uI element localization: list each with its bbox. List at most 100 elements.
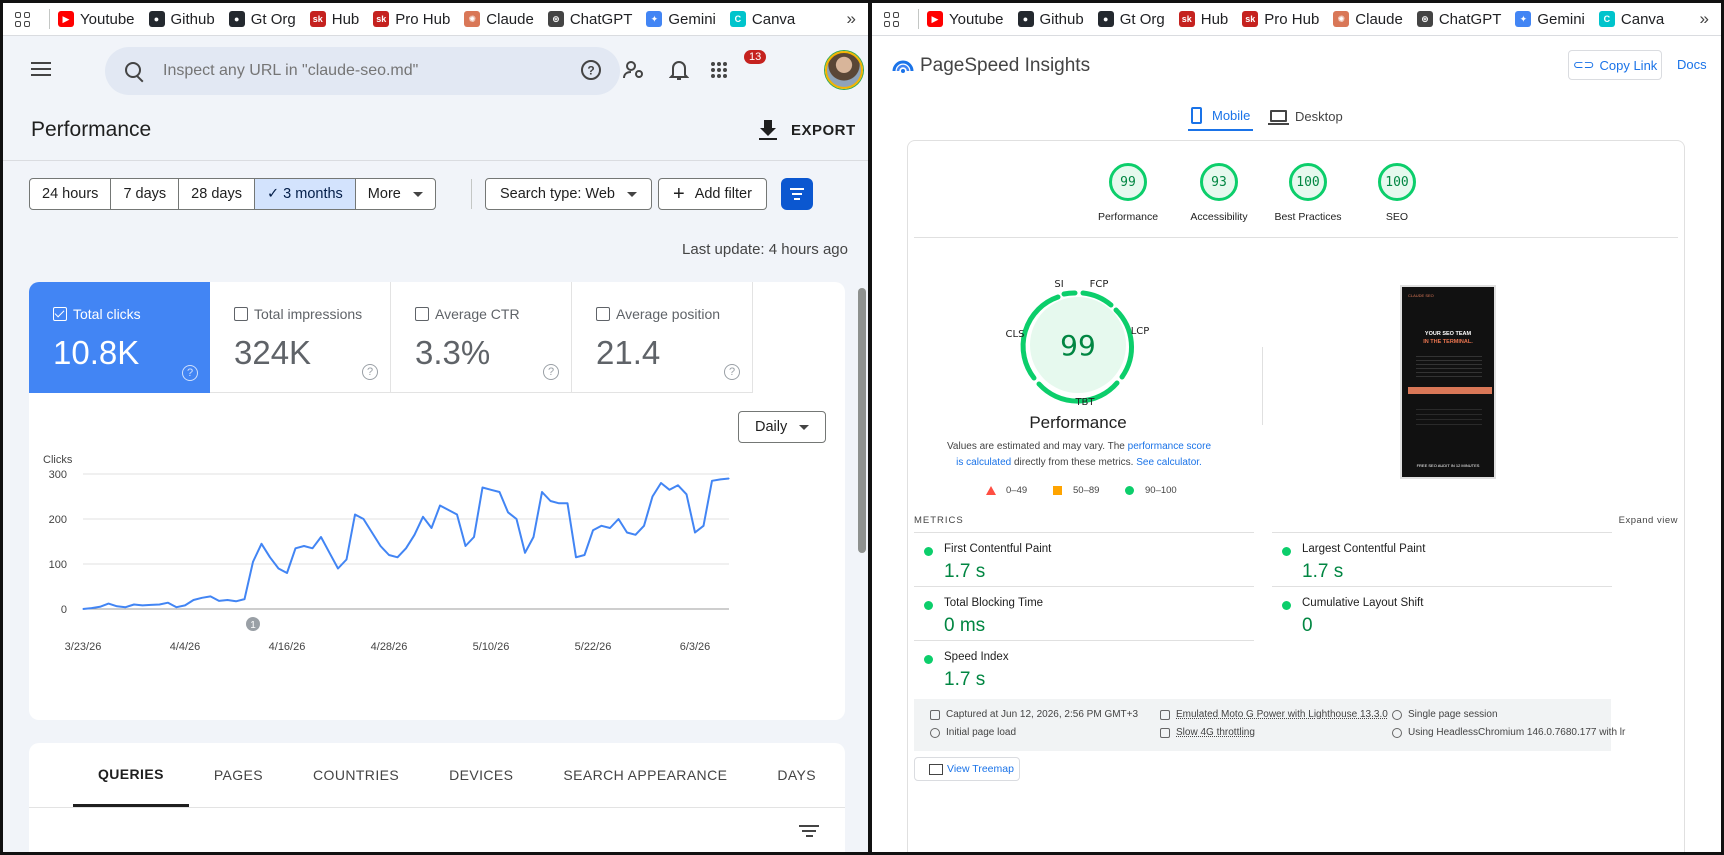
bookmarks-overflow-icon[interactable]: » bbox=[1700, 9, 1709, 29]
top-app-bar: ? 13 bbox=[3, 37, 868, 103]
metric-total-clicks[interactable]: Total clicks 10.8K ? bbox=[29, 282, 210, 393]
export-button[interactable]: EXPORT bbox=[759, 120, 856, 140]
scrollbar-thumb[interactable] bbox=[858, 288, 866, 553]
granularity-dropdown[interactable]: Daily bbox=[738, 411, 826, 443]
last-update: Last update: 4 hours ago bbox=[682, 241, 848, 258]
bookmark-item[interactable]: C Canva bbox=[1598, 11, 1664, 28]
bookmark-item[interactable]: ✦ Gemini bbox=[1515, 11, 1585, 28]
bookmark-item[interactable]: sk Hub bbox=[309, 11, 359, 28]
tab-mobile[interactable]: Mobile bbox=[1188, 101, 1254, 131]
data-point bbox=[600, 525, 603, 527]
data-point bbox=[626, 531, 628, 534]
bookmark-item[interactable]: sk Hub bbox=[1178, 11, 1228, 28]
docs-link[interactable]: Docs bbox=[1677, 57, 1707, 72]
tab-queries[interactable]: QUERIES bbox=[73, 743, 189, 807]
tab-countries[interactable]: COUNTRIES bbox=[288, 743, 424, 807]
copy-link-label: Copy Link bbox=[1599, 57, 1658, 73]
page-screenshot-thumbnail[interactable]: CLAUDE SEO YOUR SEO TEAM IN THE TERMINAL… bbox=[1400, 285, 1496, 479]
help-icon[interactable]: ? bbox=[362, 364, 378, 380]
gauge-label-cls: CLS bbox=[1006, 329, 1025, 340]
avatar[interactable] bbox=[825, 51, 863, 89]
scores-divider bbox=[914, 237, 1678, 238]
header-divider bbox=[3, 160, 868, 161]
search-input[interactable] bbox=[163, 62, 563, 80]
tab-devices[interactable]: DEVICES bbox=[424, 743, 538, 807]
apps-grid-icon[interactable] bbox=[15, 10, 35, 28]
tab-search-appearance[interactable]: SEARCH APPEARANCE bbox=[538, 743, 752, 807]
calendar-icon bbox=[930, 709, 940, 720]
bookmark-item[interactable]: ▶ Youtube bbox=[927, 11, 1004, 28]
metric-average-ctr[interactable]: Average CTR 3.3% ? bbox=[391, 282, 572, 393]
note-text: directly from these metrics. bbox=[1011, 457, 1137, 468]
chip-3-months[interactable]: ✓ 3 months bbox=[254, 179, 356, 209]
thumb-headline-1: YOUR SEO TEAM bbox=[1424, 331, 1472, 337]
tab-desktop[interactable]: Desktop bbox=[1268, 101, 1343, 131]
help-icon[interactable]: ? bbox=[182, 365, 198, 381]
manage-users-icon[interactable] bbox=[621, 57, 647, 83]
help-icon[interactable]: ? bbox=[543, 364, 559, 380]
data-point bbox=[405, 547, 407, 549]
gauge-label-lcp: LCP bbox=[1131, 326, 1150, 337]
bookmark-item[interactable]: ⊛ ChatGPT bbox=[547, 11, 632, 28]
chip-more[interactable]: More bbox=[356, 179, 435, 209]
expand-view-link[interactable]: Expand view bbox=[1619, 515, 1678, 526]
caret-down-icon bbox=[412, 191, 423, 197]
data-point bbox=[82, 608, 84, 610]
clicks-series-line bbox=[82, 477, 730, 610]
url-inspect-search[interactable] bbox=[105, 47, 620, 95]
bookmark-item[interactable]: ● Gt Org bbox=[1097, 11, 1165, 28]
metric-name: First Contentful Paint bbox=[944, 543, 1052, 555]
help-icon[interactable]: ? bbox=[578, 57, 604, 83]
tab-pages[interactable]: PAGES bbox=[189, 743, 288, 807]
checkbox-icon bbox=[234, 307, 248, 321]
search-console-pane: ▶ Youtube ● Github ● Gt Org sk Hub sk Pro Hub ✺ Cla… bbox=[0, 0, 868, 855]
bookmark-item[interactable]: ✺ Claude bbox=[464, 11, 534, 28]
bookmarks-bar: ▶ Youtube ● Github ● Gt Org sk Hub sk Pro Hub ✺ Cla… bbox=[872, 3, 1721, 36]
chip-28-days[interactable]: 28 days bbox=[179, 179, 255, 209]
hub-icon: sk bbox=[373, 11, 390, 27]
chip-24-hours[interactable]: 24 hours bbox=[30, 179, 112, 209]
filter-settings-button[interactable] bbox=[781, 178, 813, 210]
bookmark-item[interactable]: ● Github bbox=[148, 11, 215, 28]
menu-icon[interactable] bbox=[31, 62, 51, 76]
bookmark-item[interactable]: ⊛ ChatGPT bbox=[1416, 11, 1501, 28]
table-filter-icon[interactable] bbox=[799, 825, 819, 840]
pass-dot-icon bbox=[924, 601, 933, 610]
data-point bbox=[150, 604, 152, 606]
notifications-icon[interactable] bbox=[666, 57, 692, 83]
bookmark-item[interactable]: ✺ Claude bbox=[1333, 11, 1403, 28]
data-point bbox=[226, 599, 229, 601]
metric-average-position[interactable]: Average position 21.4 ? bbox=[572, 282, 753, 393]
add-filter-button[interactable]: + Add filter bbox=[658, 178, 767, 210]
emulated-device: Emulated Moto G Power with Lighthouse 13… bbox=[1160, 709, 1388, 720]
dimension-tabs: QUERIES PAGES COUNTRIES DEVICES SEARCH APPEA… bbox=[73, 743, 841, 807]
see-calculator-link[interactable]: See calculator. bbox=[1136, 457, 1202, 468]
bookmark-item[interactable]: C Canva bbox=[729, 10, 796, 28]
search-type-dropdown[interactable]: Search type: Web bbox=[485, 178, 652, 210]
bookmark-item[interactable]: ▶ Youtube bbox=[58, 11, 135, 28]
google-apps-icon[interactable] bbox=[706, 57, 732, 83]
chip-7-days[interactable]: 7 days bbox=[111, 179, 180, 209]
bookmarks-bar: ▶ Youtube ● Github ● Gt Org sk Hub sk Pro Hub ✺ Cla… bbox=[3, 3, 868, 36]
bookmark-item[interactable]: ● Gt Org bbox=[228, 11, 296, 28]
view-treemap-button[interactable]: View Treemap bbox=[914, 757, 1020, 781]
score-seo[interactable]: 100 SEO bbox=[1342, 163, 1452, 223]
bookmark-item[interactable]: ✦ Gemini bbox=[646, 11, 716, 28]
data-point bbox=[362, 518, 365, 520]
bookmark-item[interactable]: ● Github bbox=[1017, 11, 1084, 28]
copy-link-button[interactable]: ⊂⊃ Copy Link bbox=[1568, 50, 1662, 80]
bookmark-label: Claude bbox=[1355, 10, 1403, 28]
bookmark-item[interactable]: sk Pro Hub bbox=[1242, 11, 1319, 28]
circle-icon bbox=[1125, 486, 1134, 495]
bookmark-label: Canva bbox=[751, 10, 796, 28]
bookmarks-overflow-icon[interactable]: » bbox=[847, 9, 856, 29]
help-icon[interactable]: ? bbox=[724, 364, 740, 380]
performance-chart-card: Total clicks 10.8K ? Total impressions 3… bbox=[29, 282, 845, 720]
report-panel: 99 Performance 93 Accessibility 100 Best Pr… bbox=[907, 140, 1685, 852]
metric-total-impressions[interactable]: Total impressions 324K ? bbox=[210, 282, 391, 393]
gauge-score: 99 bbox=[1060, 329, 1096, 362]
apps-grid-icon[interactable] bbox=[884, 10, 904, 28]
bookmark-item[interactable]: sk Pro Hub bbox=[373, 11, 450, 28]
data-point bbox=[311, 547, 314, 549]
tab-days[interactable]: DAYS bbox=[752, 743, 841, 807]
